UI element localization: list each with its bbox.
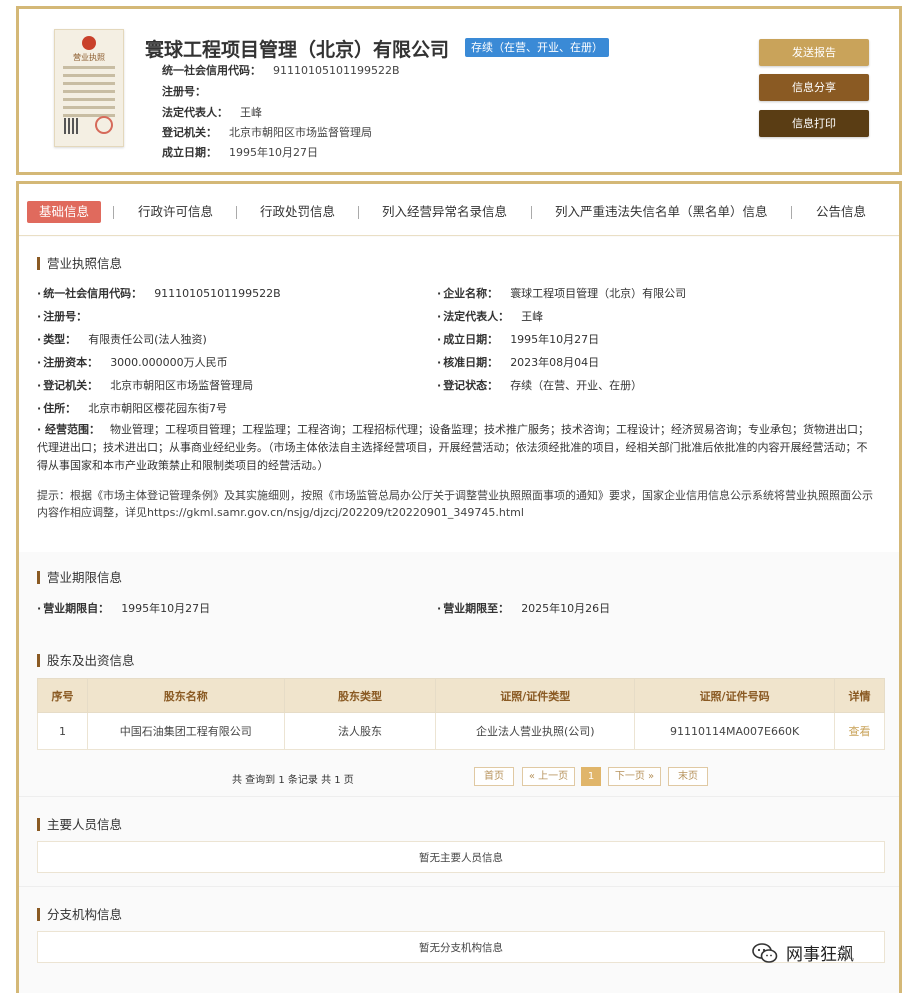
registered-capital-field: · 注册资本： 3000.000000万人民币 [37, 356, 228, 369]
seal-stamp-icon [95, 116, 113, 134]
table-header-row: 序号 股东名称 股东类型 证照/证件类型 证照/证件号码 详情 [37, 678, 885, 713]
pager-current-page[interactable]: 1 [581, 767, 601, 786]
field-value: 91110105101199522B [273, 64, 400, 77]
column-header: 股东名称 [86, 678, 285, 713]
license-info-block: 营业执照信息 · 统一社会信用代码： 91110105101199522B · 注册号… [19, 237, 899, 552]
tab-blacklist[interactable]: 列入严重违法失信名单（黑名单）信息 [555, 201, 768, 223]
qr-code-icon [64, 118, 80, 134]
field-label: 登记机关： [162, 126, 217, 139]
license-section-title: 营业执照信息 [37, 257, 122, 270]
header-authority-row: 登记机关： 北京市朝阳区市场监督管理局 [162, 124, 372, 140]
credit-code-field: · 统一社会信用代码： 91110105101199522B [37, 287, 281, 300]
column-header: 证照/证件类型 [435, 678, 636, 713]
tab-admin-penalty[interactable]: 行政处罚信息 [260, 201, 335, 223]
national-emblem-icon [82, 36, 96, 50]
wechat-icon [752, 942, 778, 963]
shareholder-section-title: 股东及出资信息 [37, 654, 135, 667]
company-type-field: · 类型： 有限责任公司(法人独资) [37, 333, 207, 346]
cell-certificate-number: 91110114MA007E660K [634, 712, 836, 750]
field-label: 法定代表人： [162, 106, 228, 119]
field-label: 注册号： [162, 85, 206, 98]
header-reg-number-row: 注册号： [162, 83, 218, 99]
license-notice-text: 提示：根据《市场主体登记管理条例》及其实施细则，按照《市场监管总局办公厅关于调整… [37, 489, 873, 519]
period-to-field: · 营业期限至： 2025年10月26日 [437, 602, 611, 615]
cell-shareholder-type: 法人股东 [283, 712, 437, 750]
watermark-text: 网事狂飙 [786, 945, 854, 965]
reg-authority-field: · 登记机关： 北京市朝阳区市场监督管理局 [37, 379, 254, 392]
company-name: 寰球工程项目管理（北京）有限公司 [145, 39, 450, 61]
business-scope-field: · 经营范围： 物业管理；工程项目管理；工程监理；工程咨询；工程招标代理；设备监理… [37, 423, 870, 472]
field-label: 统一社会信用代码： [162, 64, 261, 77]
header-legal-rep-row: 法定代表人： 王峰 [162, 104, 262, 120]
staff-block: 主要人员信息 暂无主要人员信息 [19, 796, 899, 886]
cell-shareholder-name: 中国石油集团工程有限公司 [86, 712, 285, 750]
column-header: 详情 [834, 678, 885, 713]
send-report-button[interactable]: 发送报告 [759, 39, 869, 66]
license-thumbnail-title: 营业执照 [73, 53, 105, 62]
tab-admin-license[interactable]: 行政许可信息 [138, 201, 213, 223]
staff-empty-message: 暂无主要人员信息 [37, 841, 885, 873]
tab-bar: 基础信息 行政许可信息 行政处罚信息 列入经营异常名录信息 列入严重违法失信名单… [19, 184, 899, 236]
established-date-field: · 成立日期： 1995年10月27日 [437, 333, 600, 346]
legal-rep-field: · 法定代表人： 王峰 [437, 310, 544, 323]
field-value: 北京市朝阳区市场监督管理局 [229, 126, 372, 139]
share-info-button[interactable]: 信息分享 [759, 74, 869, 101]
period-from-field: · 营业期限自： 1995年10月27日 [37, 602, 211, 615]
pager-next-button[interactable]: 下一页 » [608, 767, 661, 786]
tab-announcements[interactable]: 公告信息 [816, 201, 866, 223]
view-details-link[interactable]: 查看 [849, 725, 871, 738]
status-badge: 存续（在营、开业、在册） [465, 38, 609, 57]
field-label: 成立日期： [162, 146, 217, 159]
column-header: 股东类型 [283, 678, 437, 713]
wechat-watermark: 网事狂飙 [752, 940, 854, 965]
company-header-card: 营业执照 寰球工程项目管理（北京）有限公司 存续（在营、开业、在册） 统一社会信… [16, 6, 902, 175]
enterprise-name-field: · 企业名称： 寰球工程项目管理（北京）有限公司 [437, 287, 687, 300]
column-header: 序号 [37, 678, 88, 713]
reg-number-field: · 注册号： [37, 310, 88, 323]
pager-prev-button[interactable]: « 上一页 [522, 767, 575, 786]
pager-info: 共 查询到 1 条记录 共 1 页 [232, 775, 354, 786]
reg-status-field: · 登记状态： 存续（在营、开业、在册） [437, 379, 643, 392]
cell-index: 1 [37, 712, 88, 750]
header-established-row: 成立日期： 1995年10月27日 [162, 144, 318, 160]
period-section-title: 营业期限信息 [37, 571, 122, 584]
header-credit-code-row: 统一社会信用代码： 91110105101199522B [162, 62, 400, 78]
print-info-button[interactable]: 信息打印 [759, 110, 869, 137]
tab-basic-info[interactable]: 基础信息 [27, 201, 102, 223]
staff-section-title: 主要人员信息 [37, 818, 122, 831]
column-header: 证照/证件号码 [634, 678, 836, 713]
table-row: 1 中国石油集团工程有限公司 法人股东 企业法人营业执照(公司) 9111011… [37, 712, 885, 750]
business-license-thumbnail[interactable]: 营业执照 [54, 29, 124, 147]
cell-certificate-type: 企业法人营业执照(公司) [435, 712, 636, 750]
field-value: 1995年10月27日 [229, 146, 318, 159]
pager-last-button[interactable]: 末页 [668, 767, 708, 786]
approval-date-field: · 核准日期： 2023年08月04日 [437, 356, 600, 369]
address-field: · 住所： 北京市朝阳区樱花园东街7号 [37, 402, 228, 415]
branch-section-title: 分支机构信息 [37, 908, 122, 921]
field-value: 王峰 [240, 106, 262, 119]
tab-abnormal-operation[interactable]: 列入经营异常名录信息 [382, 201, 507, 223]
shareholder-table: 序号 股东名称 股东类型 证照/证件类型 证照/证件号码 详情 1 中国石油集团… [37, 678, 885, 750]
pager-first-button[interactable]: 首页 [474, 767, 514, 786]
main-panel: 基础信息 行政许可信息 行政处罚信息 列入经营异常名录信息 列入严重违法失信名单… [16, 181, 902, 993]
